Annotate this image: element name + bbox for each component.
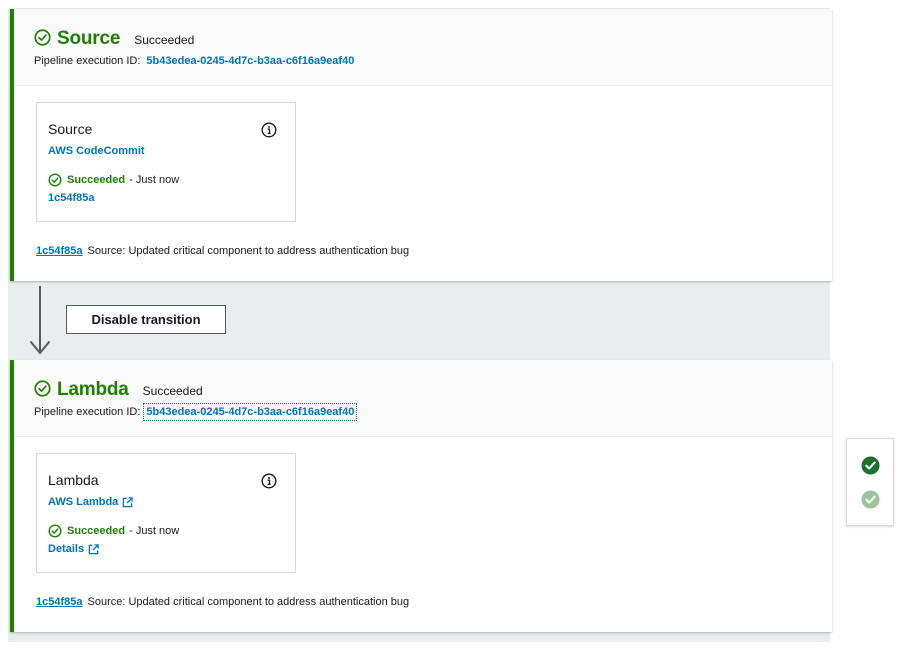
execution-id-label: Pipeline execution ID: bbox=[34, 55, 141, 67]
action-revision-link[interactable]: 1c54f85a bbox=[48, 192, 95, 204]
action-card-source: Source AWS CodeCommit Succeeded - Just n… bbox=[36, 102, 296, 222]
disable-transition-button[interactable]: Disable transition bbox=[66, 305, 226, 334]
execution-id-link[interactable]: 5b43edea-0245-4d7c-b3aa-c6f16a9eaf40 bbox=[146, 55, 354, 67]
commit-row: 1c54f85a Source: Updated critical compon… bbox=[36, 245, 409, 257]
commit-id-link[interactable]: 1c54f85a bbox=[36, 245, 83, 257]
action-provider-link[interactable]: AWS CodeCommit bbox=[48, 145, 145, 157]
check-filled-dark-icon[interactable] bbox=[861, 456, 880, 475]
stage-lambda: Lambda Succeeded Pipeline execution ID: … bbox=[10, 360, 832, 632]
info-icon[interactable] bbox=[261, 473, 277, 489]
action-status: Succeeded bbox=[67, 525, 126, 537]
action-details-link[interactable]: Details bbox=[48, 543, 99, 555]
action-details-label: Details bbox=[48, 543, 85, 555]
execution-id-label: Pipeline execution ID: bbox=[34, 406, 141, 418]
arrow-down-icon bbox=[30, 286, 50, 354]
action-title: Source bbox=[48, 121, 93, 137]
execution-id-link[interactable]: 5b43edea-0245-4d7c-b3aa-c6f16a9eaf40 bbox=[143, 403, 358, 421]
commit-row: 1c54f85a Source: Updated critical compon… bbox=[36, 596, 409, 608]
stage-title: Source bbox=[57, 28, 121, 49]
stage-status: Succeeded bbox=[142, 384, 203, 398]
action-status: Succeeded bbox=[67, 174, 126, 186]
stage-header: Source Succeeded Pipeline execution ID: … bbox=[14, 9, 832, 86]
check-circle-icon bbox=[34, 380, 51, 397]
action-title: Lambda bbox=[48, 472, 99, 488]
action-status-row: Succeeded - Just now bbox=[48, 173, 295, 187]
action-provider-link[interactable]: AWS Lambda bbox=[48, 496, 134, 508]
commit-id-link[interactable]: 1c54f85a bbox=[36, 596, 83, 608]
action-card-lambda: Lambda AWS Lambda Succeeded - Just now D… bbox=[36, 453, 296, 573]
external-link-icon bbox=[123, 496, 134, 507]
commit-message: Source: Updated critical component to ad… bbox=[87, 245, 410, 257]
stage-title: Lambda bbox=[57, 379, 129, 400]
external-link-icon bbox=[88, 543, 99, 554]
stage-title-row: Source Succeeded bbox=[34, 27, 832, 53]
stage-status-panel bbox=[846, 438, 894, 526]
stage-title-row: Lambda Succeeded bbox=[34, 378, 832, 404]
stage-source: Source Succeeded Pipeline execution ID: … bbox=[10, 9, 832, 281]
check-circle-icon bbox=[48, 173, 62, 187]
execution-id-row: Pipeline execution ID: 5b43edea-0245-4d7… bbox=[34, 403, 832, 421]
check-filled-light-icon[interactable] bbox=[861, 490, 880, 509]
action-provider-label: AWS CodeCommit bbox=[48, 145, 145, 157]
commit-message: Source: Updated critical component to ad… bbox=[87, 596, 410, 608]
action-status-row: Succeeded - Just now bbox=[48, 524, 295, 538]
action-provider-label: AWS Lambda bbox=[48, 496, 119, 508]
check-circle-icon bbox=[34, 29, 51, 46]
info-icon[interactable] bbox=[261, 122, 277, 138]
stage-header: Lambda Succeeded Pipeline execution ID: … bbox=[14, 360, 832, 437]
action-time: - Just now bbox=[129, 525, 180, 537]
action-time: - Just now bbox=[129, 174, 180, 186]
execution-id-row: Pipeline execution ID: 5b43edea-0245-4d7… bbox=[34, 55, 832, 67]
check-circle-icon bbox=[48, 524, 62, 538]
stage-status: Succeeded bbox=[134, 33, 195, 47]
